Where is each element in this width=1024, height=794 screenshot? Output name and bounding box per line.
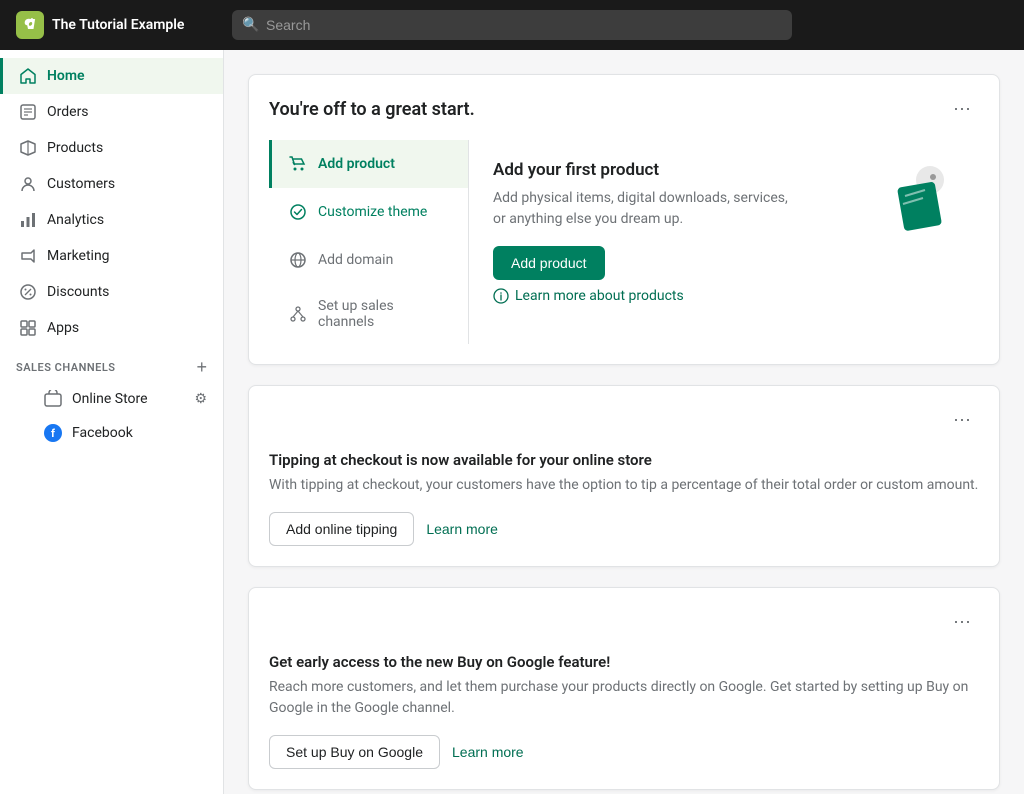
google-card-more-button[interactable]: ⋯ [945,608,979,637]
setup-detail-heading: Add your first product [493,160,793,180]
product-illustration [875,160,955,240]
main-content: You're off to a great start. ⋯ Add produ… [224,50,1024,794]
sidebar-item-facebook[interactable]: f Facebook [0,416,223,450]
google-card-header: ⋯ [269,608,979,637]
add-sales-channel-button[interactable]: + [196,358,207,376]
tipping-card: ⋯ Tipping at checkout is now available f… [248,385,1000,567]
tipping-card-body-title: Tipping at checkout is now available for… [269,451,979,469]
setup-content: Add product Customize theme Add domain [269,140,979,344]
orders-icon [19,103,37,121]
learn-more-products-link[interactable]: Learn more about products [493,288,793,304]
online-store-label: Online Store [72,391,148,407]
sidebar-item-apps-label: Apps [47,320,79,336]
sidebar-item-products-label: Products [47,140,103,156]
sales-channels-step-icon [288,304,308,324]
tipping-learn-more-link[interactable]: Learn more [426,521,498,537]
analytics-icon [19,211,37,229]
topbar: The Tutorial Example 🔍 [0,0,1024,50]
search-container: 🔍 [232,10,792,40]
setup-detail: Add your first product Add physical item… [469,140,979,344]
online-store-settings-icon[interactable]: ⚙ [194,391,207,407]
add-product-step-icon [288,154,308,174]
tipping-card-more-button[interactable]: ⋯ [945,406,979,435]
marketing-icon [19,247,37,265]
sidebar-item-analytics-label: Analytics [47,212,104,228]
sidebar-item-discounts[interactable]: Discounts [0,274,223,310]
sidebar-item-marketing-label: Marketing [47,248,110,264]
info-icon [493,288,509,304]
setup-buy-on-google-button[interactable]: Set up Buy on Google [269,735,440,769]
google-card-body-title: Get early access to the new Buy on Googl… [269,653,979,671]
customize-theme-step-icon [288,202,308,222]
customize-theme-step-label: Customize theme [318,204,427,220]
tipping-card-description: With tipping at checkout, your customers… [269,475,979,496]
google-card-description: Reach more customers, and let them purch… [269,677,979,719]
sidebar-nav: Home Orders Products Customers [0,50,223,794]
facebook-label: Facebook [72,425,133,441]
products-icon [19,139,37,157]
tipping-card-header: ⋯ [269,406,979,435]
sidebar-item-customers[interactable]: Customers [0,166,223,202]
setup-card-more-button[interactable]: ⋯ [945,95,979,124]
sales-channels-section: SALES CHANNELS + [0,346,223,382]
sidebar-item-home-label: Home [47,68,85,84]
apps-icon [19,319,37,337]
search-input[interactable] [232,10,792,40]
sales-channels-title: SALES CHANNELS [16,361,116,374]
setup-step-add-domain[interactable]: Add domain [269,236,468,284]
online-store-icon [44,390,62,408]
setup-card-title: You're off to a great start. [269,99,475,120]
setup-step-customize-theme[interactable]: Customize theme [269,188,468,236]
shopify-logo-icon [16,11,44,39]
store-logo[interactable]: The Tutorial Example [16,11,216,39]
tipping-card-actions: Add online tipping Learn more [269,512,979,546]
sidebar-item-customers-label: Customers [47,176,115,192]
setup-step-add-product[interactable]: Add product [269,140,468,188]
add-product-step-label: Add product [318,156,395,172]
google-card: ⋯ Get early access to the new Buy on Goo… [248,587,1000,790]
sidebar-item-apps[interactable]: Apps [0,310,223,346]
setup-steps-list: Add product Customize theme Add domain [269,140,469,344]
search-icon: 🔍 [242,17,259,33]
google-card-actions: Set up Buy on Google Learn more [269,735,979,769]
sidebar: Home Orders Products Customers [0,50,224,794]
setup-detail-text: Add your first product Add physical item… [493,160,793,304]
discounts-icon [19,283,37,301]
setup-detail-description: Add physical items, digital downloads, s… [493,188,793,230]
add-domain-step-icon [288,250,308,270]
setup-card-header: You're off to a great start. ⋯ [269,95,979,124]
sidebar-item-orders-label: Orders [47,104,89,120]
facebook-icon: f [44,424,62,442]
home-icon [19,67,37,85]
learn-more-products-label: Learn more about products [515,288,684,304]
add-domain-step-label: Add domain [318,252,393,268]
add-online-tipping-button[interactable]: Add online tipping [269,512,414,546]
setup-step-sales-channels[interactable]: Set up sales channels [269,284,468,344]
add-product-cta-button[interactable]: Add product [493,246,605,280]
setup-card: You're off to a great start. ⋯ Add produ… [248,74,1000,365]
sales-channels-step-label: Set up sales channels [318,298,452,330]
sidebar-item-online-store[interactable]: Online Store ⚙ [0,382,223,416]
store-name: The Tutorial Example [52,17,184,33]
sidebar-item-home[interactable]: Home [0,58,223,94]
sidebar-item-discounts-label: Discounts [47,284,109,300]
sidebar-item-orders[interactable]: Orders [0,94,223,130]
customers-icon [19,175,37,193]
sidebar-item-marketing[interactable]: Marketing [0,238,223,274]
google-learn-more-link[interactable]: Learn more [452,744,524,760]
sidebar-item-products[interactable]: Products [0,130,223,166]
sidebar-item-analytics[interactable]: Analytics [0,202,223,238]
